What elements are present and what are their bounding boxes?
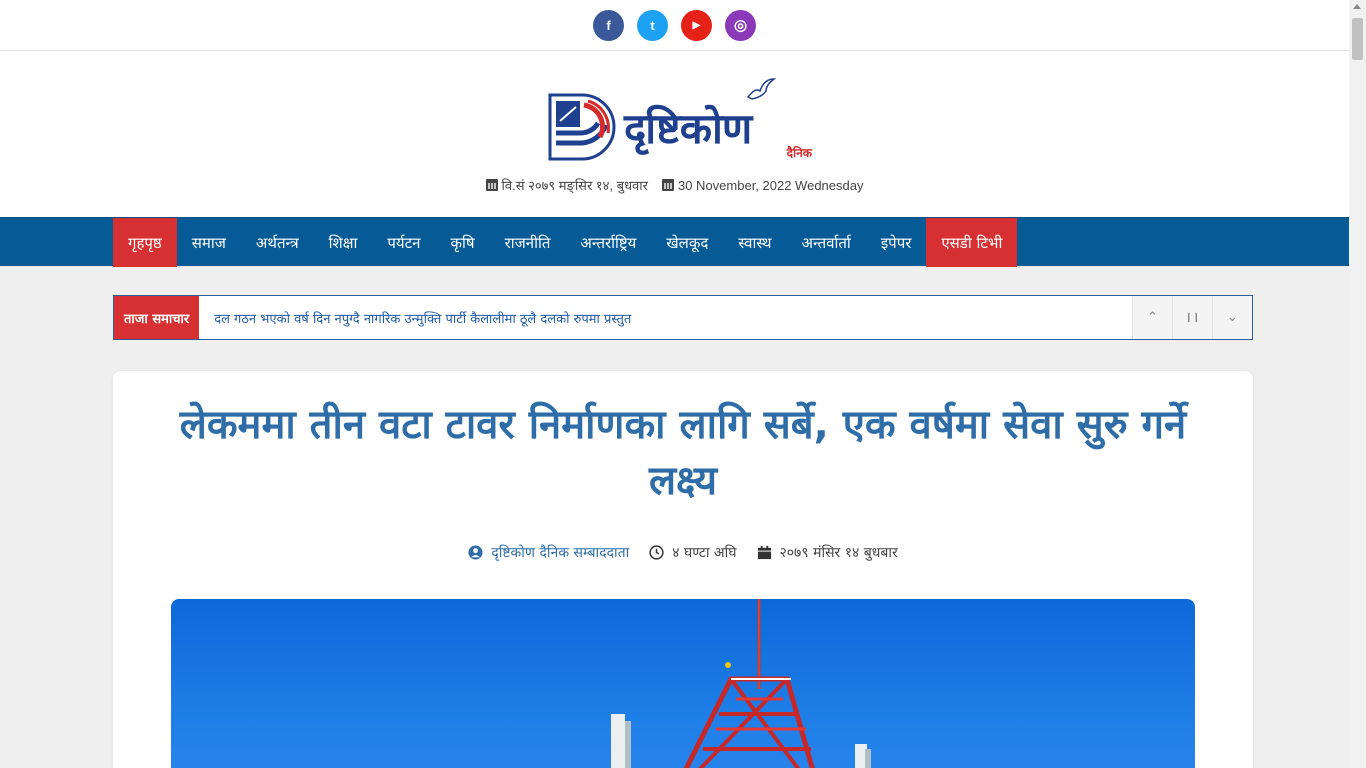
- article-time: ४ घण्टा अघि: [649, 543, 737, 562]
- page: f t ▶ ◎ दृष्टिकोण दैनिक वि.सं २०७९ मङ्सि…: [0, 0, 1349, 768]
- tower-image: [611, 599, 871, 768]
- calendar-icon: [757, 545, 771, 560]
- article-date: २०७९ मंसिर १४ बुधबार: [757, 543, 898, 562]
- english-date-text: 30 November, 2022 Wednesday: [677, 177, 864, 193]
- site-logo[interactable]: दृष्टिकोण दैनिक: [548, 71, 820, 161]
- nav-item-tourism[interactable]: पर्यटन: [372, 218, 435, 267]
- nav-item-epaper[interactable]: इपेपर: [866, 218, 927, 267]
- article-headline: लेकममा तीन वटा टावर निर्माणका लागि सर्बे…: [179, 402, 1187, 504]
- scroll-up-icon[interactable]: [1353, 4, 1361, 9]
- ticker-label: ताजा समाचार: [114, 296, 200, 339]
- facebook-icon[interactable]: f: [593, 9, 624, 41]
- logo-title: दृष्टिकोण: [624, 104, 752, 153]
- ticker-prev-button[interactable]: ⌃: [1132, 296, 1172, 339]
- nepali-date: वि.सं २०७९ मङ्सिर १४, बुधवार: [485, 176, 648, 194]
- article-date-text: २०७९ मंसिर १४ बुधबार: [779, 545, 898, 561]
- nav-item-education[interactable]: शिक्षा: [314, 218, 373, 267]
- social-bar: f t ▶ ◎: [0, 0, 1349, 51]
- nav-item-health[interactable]: स्वास्थ: [723, 218, 786, 267]
- time-ago-text: ४ घण्टा अघि: [672, 545, 737, 561]
- nepali-date-text: वि.सं २०७९ मङ्सिर १४, बुधवार: [501, 178, 648, 193]
- dove-icon: [746, 78, 776, 100]
- nav-item-home[interactable]: गृहपृष्ठ: [113, 218, 177, 267]
- clock-icon: [649, 545, 664, 560]
- ticker-pause-button[interactable]: ❙❙: [1172, 296, 1212, 339]
- nav-item-interview[interactable]: अन्तर्वार्ता: [787, 218, 866, 267]
- nav-item-sports[interactable]: खेलकूद: [651, 218, 723, 267]
- nav-item-economy[interactable]: अर्थतन्त्र: [241, 218, 314, 267]
- ticker-controls: ⌃ ❙❙ ⌄: [1132, 296, 1252, 339]
- user-icon: [468, 545, 483, 560]
- article-author[interactable]: दृष्टिकोण दैनिक सम्बाददाता: [468, 543, 629, 562]
- twitter-icon[interactable]: t: [637, 9, 668, 41]
- instagram-icon[interactable]: ◎: [725, 9, 756, 41]
- article-hero-image: [171, 599, 1195, 768]
- nav-item-sd-tv[interactable]: एसडी टिभी: [926, 218, 1018, 267]
- calendar-icon: [485, 179, 498, 191]
- article-meta: दृष्टिकोण दैनिक सम्बाददाता ४ घण्टा अघि २…: [113, 543, 1253, 562]
- logo-subtitle: दैनिक: [786, 146, 812, 160]
- ticker-headline[interactable]: दल गठन भएको वर्ष दिन नपुग्दै नागरिक उन्म…: [199, 309, 1132, 327]
- main-nav: गृहपृष्ठ समाज अर्थतन्त्र शिक्षा पर्यटन क…: [0, 217, 1349, 267]
- calendar-icon: [661, 179, 674, 191]
- youtube-icon[interactable]: ▶: [681, 9, 712, 41]
- ticker-next-button[interactable]: ⌄: [1212, 296, 1252, 339]
- nav-item-agriculture[interactable]: कृषि: [436, 218, 490, 267]
- author-name: दृष्टिकोण दैनिक सम्बाददाता: [491, 545, 630, 561]
- logo-mark-icon: [548, 93, 616, 161]
- page-scrollbar[interactable]: [1349, 0, 1366, 768]
- article-card: लेकममा तीन वटा टावर निर्माणका लागि सर्बे…: [113, 371, 1253, 768]
- nav-item-politics[interactable]: राजनीति: [490, 218, 566, 267]
- nav-item-society[interactable]: समाज: [177, 218, 241, 267]
- breaking-news-ticker: ताजा समाचार दल गठन भएको वर्ष दिन नपुग्दै…: [113, 295, 1253, 340]
- date-line: वि.सं २०७९ मङ्सिर १४, बुधवार 30 November…: [0, 176, 1349, 194]
- scrollbar-thumb[interactable]: [1352, 18, 1363, 60]
- nav-item-international[interactable]: अन्तर्राष्ट्रिय: [565, 218, 651, 267]
- english-date: 30 November, 2022 Wednesday: [661, 176, 864, 194]
